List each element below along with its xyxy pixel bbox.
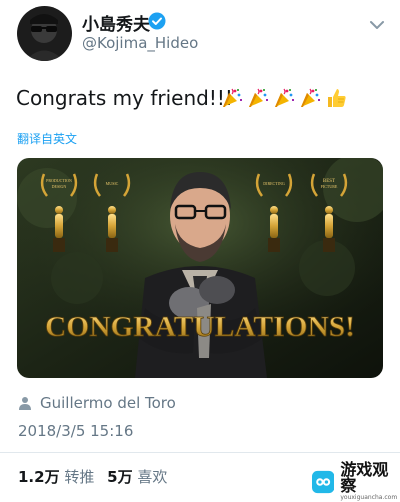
party-popper-icon bbox=[301, 88, 320, 107]
award-label: MUSIC bbox=[106, 181, 119, 186]
tweet-timestamp[interactable]: 2018/3/5 15:16 bbox=[18, 422, 133, 440]
user-handle[interactable]: @Kojima_Hideo bbox=[82, 34, 198, 52]
congratulations-poster: PRODUCTION DESIGN MUSIC DIRECTING BEST P… bbox=[17, 158, 383, 378]
watermark: 游戏观察 youxiguancha.com bbox=[312, 462, 400, 502]
likes-count[interactable]: 5万 bbox=[107, 468, 132, 486]
award-label: PRODUCTION bbox=[46, 178, 72, 183]
avatar-image bbox=[17, 6, 72, 61]
media-author-name: Guillermo del Toro bbox=[40, 394, 176, 412]
verified-badge-icon bbox=[148, 12, 166, 30]
watermark-url: youxiguancha.com bbox=[340, 494, 398, 501]
tweet-text: Congrats my friend!!! bbox=[16, 86, 233, 110]
divider bbox=[0, 452, 400, 453]
retweets-label[interactable]: 转推 bbox=[64, 468, 94, 486]
translate-link[interactable]: 翻译自英文 bbox=[17, 130, 77, 147]
person-icon bbox=[19, 397, 31, 410]
award-label: DESIGN bbox=[52, 184, 67, 189]
watermark-name: 游戏观察 bbox=[340, 460, 389, 495]
display-name[interactable]: 小島秀夫 bbox=[82, 10, 150, 35]
award-label: PICTURE bbox=[321, 184, 338, 189]
avatar[interactable] bbox=[17, 6, 72, 61]
retweets-count[interactable]: 1.2万 bbox=[18, 468, 60, 486]
likes-label[interactable]: 喜欢 bbox=[137, 468, 167, 486]
tweet-stats: 1.2万 转推 5万 喜欢 bbox=[18, 466, 175, 487]
party-popper-icon bbox=[249, 88, 268, 107]
party-popper-icon bbox=[223, 88, 242, 107]
party-popper-icon bbox=[275, 88, 294, 107]
watermark-logo-icon bbox=[312, 470, 335, 494]
emoji-row bbox=[220, 84, 348, 112]
chevron-down-icon[interactable] bbox=[368, 16, 386, 29]
media-author[interactable]: Guillermo del Toro bbox=[18, 394, 176, 412]
tweet-media-image[interactable]: PRODUCTION DESIGN MUSIC DIRECTING BEST P… bbox=[17, 158, 383, 378]
award-label: DIRECTING bbox=[263, 181, 285, 186]
congratulations-banner: CONGRATULATIONS! bbox=[45, 311, 355, 343]
thumbs-up-icon bbox=[328, 89, 346, 107]
